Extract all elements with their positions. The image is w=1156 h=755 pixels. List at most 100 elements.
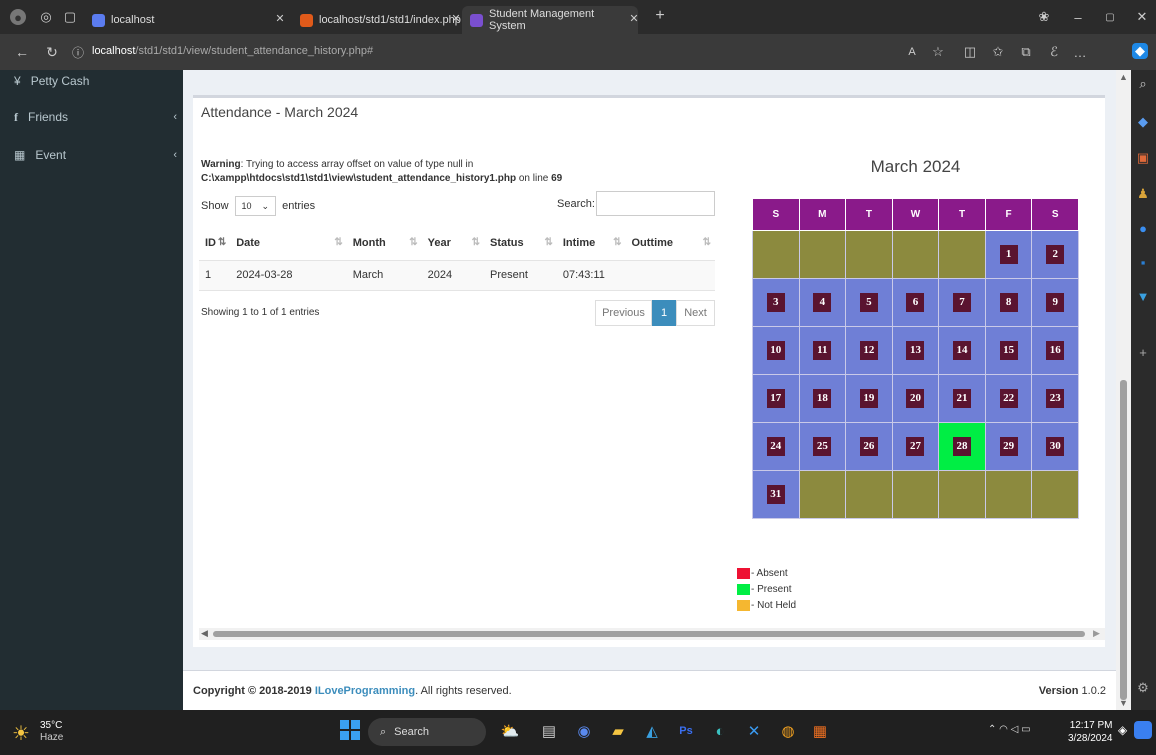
calendar-week-row: 31 (752, 470, 1079, 519)
calendar-day: 31 (752, 470, 800, 519)
calendar-day: 27 (891, 422, 940, 471)
xampp-icon[interactable]: ▦ (806, 717, 834, 745)
vscode-icon[interactable]: ✕ (740, 717, 768, 745)
settings-icon[interactable]: ⚙ (1135, 680, 1151, 696)
version-label: Version (1038, 684, 1079, 697)
tab-student-management[interactable]: Student Management System (462, 6, 638, 34)
edge-icon[interactable]: ◐ (706, 717, 734, 745)
col-status[interactable]: Status ⇅ (484, 226, 557, 261)
url-field[interactable]: localhost/std1/std1/view/student_attenda… (92, 45, 373, 57)
calendar-day: 20 (891, 374, 940, 423)
sidebar-item-event[interactable]: ▦ Event ‹ (0, 136, 183, 174)
calendar-day: 16 (1031, 326, 1079, 375)
add-icon[interactable]: + (1135, 344, 1151, 360)
col-intime[interactable]: Intime ⇅ (556, 226, 626, 261)
vertical-scroll-thumb[interactable] (1120, 380, 1127, 700)
back-icon[interactable]: ← (14, 44, 30, 60)
day-number: 17 (766, 389, 785, 408)
split-screen-icon[interactable]: ◫ (962, 44, 978, 60)
send-icon[interactable]: ▼ (1135, 288, 1151, 304)
profile-icon[interactable]: ● (10, 9, 26, 25)
calendar-day: 13 (891, 326, 940, 375)
close-tab-icon[interactable]: ✕ (272, 10, 288, 26)
horizontal-scrollbar[interactable]: ◀ ▶ (199, 628, 1105, 640)
scroll-right-icon[interactable]: ▶ (1093, 628, 1100, 639)
copilot-icon[interactable]: ❀ (1036, 9, 1052, 25)
calendar-day: 5 (845, 278, 893, 327)
info-icon[interactable]: ⓘ (70, 44, 86, 60)
tag-icon[interactable]: ◆ (1135, 114, 1151, 130)
scroll-up-icon[interactable]: ▲ (1119, 72, 1128, 82)
outlook-icon[interactable]: ▪ (1135, 254, 1151, 270)
chrome-icon[interactable]: ◍ (774, 717, 802, 745)
horizontal-scroll-thumb[interactable] (213, 631, 1085, 637)
search-input[interactable] (596, 191, 715, 216)
scroll-left-icon[interactable]: ◀ (201, 628, 208, 639)
copilot-taskbar-icon[interactable] (1134, 721, 1152, 739)
vertical-scrollbar[interactable]: ▲ ▼ (1116, 70, 1131, 710)
close-window-icon[interactable]: ✕ (1134, 9, 1150, 25)
legend-absent: - Absent (737, 568, 788, 579)
calendar-day: 4 (798, 278, 847, 327)
copilot-sidebar-icon[interactable]: ◆ (1132, 43, 1148, 59)
previous-button[interactable]: Previous (595, 300, 652, 326)
file-explorer-icon[interactable]: ▰ (604, 717, 632, 745)
day-number: 3 (766, 293, 785, 312)
close-tab-icon[interactable]: ✕ (626, 10, 642, 26)
brand-link[interactable]: ILoveProgramming (315, 685, 415, 697)
search-icon: ⌕ (380, 725, 387, 738)
read-aloud-icon[interactable]: A (904, 44, 920, 60)
new-tab-icon[interactable]: + (652, 7, 668, 24)
col-month[interactable]: Month ⇅ (346, 226, 422, 261)
briefcase-icon[interactable]: ▣ (1135, 150, 1151, 166)
games-icon[interactable]: ♟ (1135, 186, 1151, 202)
calendar-day: 18 (798, 374, 847, 423)
notification-bell-icon[interactable]: ◈ (1118, 723, 1127, 737)
task-view-icon[interactable]: ▤ (535, 717, 563, 745)
favorites-icon[interactable]: ✩ (990, 44, 1006, 60)
day-number: 19 (859, 389, 878, 408)
system-tray-icons[interactable]: ⌃ ◠ ◁ ▭ (988, 724, 1031, 735)
collections-icon[interactable]: ⧉ (1018, 44, 1034, 60)
extensions-icon[interactable]: ℰ (1046, 44, 1062, 60)
sidebar-item-petty-cash[interactable]: ¥ Petty Cash (0, 70, 183, 92)
col-outtime[interactable]: Outtime ⇅ (625, 226, 715, 261)
minimize-icon[interactable]: – (1070, 9, 1086, 25)
calendar-day: 3 (752, 278, 800, 327)
maximize-icon[interactable]: ▢ (1102, 9, 1118, 25)
mail-icon[interactable]: ◭ (638, 717, 666, 745)
taskbar-search[interactable]: ⌕ Search (368, 718, 486, 746)
day-number: 4 (813, 293, 832, 312)
copyright-suffix: . All rights reserved. (415, 684, 512, 697)
workspaces-icon[interactable]: ◎ (38, 9, 54, 25)
cell-id: 1 (199, 260, 231, 291)
windows-start-icon[interactable] (340, 720, 360, 740)
search-icon[interactable]: ⌕ (1135, 76, 1151, 92)
widgets-icon[interactable]: ⛅ (496, 717, 524, 745)
page-1-button[interactable]: 1 (652, 300, 676, 326)
windows-taskbar: ☀ 35°C Haze ⌕ Search ⛅ ▤ ◉ ▰ ◭ Ps ◐ ✕ ◍ … (0, 710, 1156, 755)
weather-widget[interactable]: 35°C Haze (40, 720, 63, 744)
favorite-star-icon[interactable]: ☆ (930, 44, 946, 60)
sidebar-item-friends[interactable]: f Friends ‹ (0, 98, 183, 136)
calendar-day: 1 (984, 230, 1033, 279)
col-id[interactable]: ID ⇅ (199, 226, 231, 261)
clock[interactable]: 12:17 PM 3/28/2024 (1068, 719, 1113, 745)
entries-select[interactable]: 10 ⌄ (234, 196, 277, 216)
refresh-icon[interactable]: ↻ (44, 44, 60, 60)
next-button[interactable]: Next (676, 300, 715, 326)
teams-icon[interactable]: ◉ (570, 717, 598, 745)
scroll-down-icon[interactable]: ▼ (1119, 698, 1128, 708)
col-label: Year (427, 236, 451, 249)
copilot-rail-icon[interactable]: ● (1135, 220, 1151, 236)
photoshop-icon[interactable]: Ps (672, 717, 700, 745)
more-options-icon[interactable]: … (1072, 44, 1088, 60)
weekday-header: F (984, 198, 1033, 231)
localhost-favicon-icon (92, 13, 105, 27)
cell-date: 2024-03-28 (230, 260, 347, 291)
tab-localhost[interactable]: localhost (84, 6, 269, 34)
tab-actions-icon[interactable]: ▢ (62, 9, 78, 25)
tab-index[interactable]: localhost/std1/std1/index.php (292, 6, 461, 34)
col-date[interactable]: Date ⇅ (230, 226, 347, 261)
col-year[interactable]: Year ⇅ (421, 226, 485, 261)
